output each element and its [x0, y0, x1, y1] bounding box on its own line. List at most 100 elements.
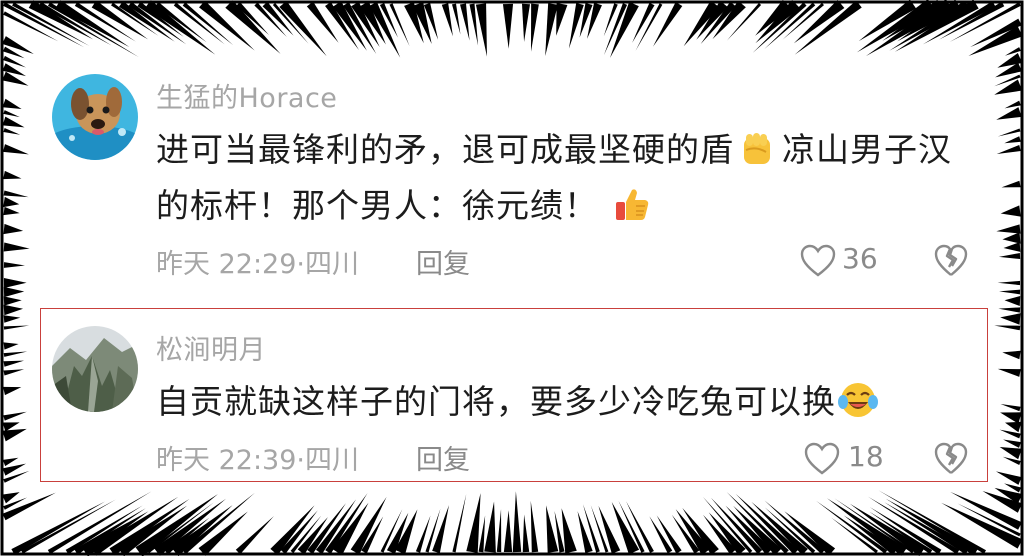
burst-line: [530, 3, 539, 52]
burst-line: [441, 3, 453, 37]
burst-line: [469, 3, 479, 46]
heart-like-icon[interactable]: [800, 244, 836, 278]
raised-fist-emoji-icon: [744, 133, 770, 164]
puppy-swimming-avatar-icon: [52, 74, 138, 160]
burst-line: [3, 351, 28, 357]
burst-line: [2, 428, 27, 442]
burst-line: [522, 3, 530, 42]
burst-line: [1001, 180, 1021, 188]
burst-line: [998, 252, 1021, 260]
burst-line: [484, 501, 496, 553]
burst-line: [3, 278, 27, 288]
burst-line: [994, 325, 1021, 331]
burst-line: [3, 206, 20, 216]
burst-line: [530, 500, 539, 553]
burst-line: [3, 304, 24, 316]
comment-text-part: 自贡就缺这样子的门将，要多少冷吃兔可以换: [156, 382, 836, 421]
broken-heart-dislike-icon[interactable]: [934, 442, 968, 476]
burst-line: [3, 127, 21, 135]
burst-line: [502, 3, 514, 49]
burst-line: [2, 116, 25, 128]
burst-line: [3, 223, 24, 235]
burst-line: [496, 508, 502, 553]
mountain-landscape-avatar-icon: [52, 326, 138, 412]
burst-line: [512, 491, 522, 553]
burst-line: [3, 360, 25, 367]
burst-line: [995, 471, 1022, 485]
comments-card: 生猛的Horace 进可当最锋利的矛，退可成最坚硬的盾 凉山男子汉的标杆！那个男…: [30, 58, 994, 490]
burst-line: [522, 514, 530, 553]
burst-line: [561, 508, 577, 554]
burst-line: [827, 498, 907, 556]
burst-line: [3, 342, 19, 350]
comment-text: 进可当最锋利的矛，退可成最坚硬的盾 凉山男子汉的标杆！那个男人：徐元绩！: [156, 122, 976, 234]
comment-text: 自贡就缺这样子的门将，要多少冷吃兔可以换: [156, 374, 976, 430]
burst-line: [1003, 439, 1021, 448]
burst-line: [1000, 313, 1021, 325]
burst-line: [3, 110, 20, 118]
comment-meta: 昨天 22:39·四川: [156, 445, 359, 476]
comment-text-part: 进可当最锋利的矛，退可成最坚硬的盾: [156, 130, 734, 169]
burst-line: [3, 190, 29, 198]
burst-line: [466, 493, 481, 553]
burst-line: [1004, 295, 1021, 307]
burst-line: [603, 3, 618, 37]
burst-line: [3, 296, 22, 306]
burst-line: [452, 494, 467, 553]
burst-line: [459, 3, 470, 41]
burst-line: [1000, 205, 1021, 217]
burst-line: [3, 262, 25, 268]
burst-line: [1004, 100, 1021, 109]
burst-line: [1002, 350, 1021, 360]
username[interactable]: 生猛的Horace: [156, 76, 337, 115]
like-count: 18: [848, 440, 884, 473]
heart-like-icon[interactable]: [804, 442, 840, 476]
burst-line: [556, 3, 568, 36]
burst-line: [546, 505, 559, 553]
reply-button[interactable]: 回复: [416, 242, 470, 281]
user-avatar[interactable]: [52, 326, 138, 412]
like-count: 36: [842, 242, 878, 275]
burst-line: [794, 0, 862, 55]
burst-line: [3, 411, 27, 421]
burst-line: [478, 515, 486, 553]
username[interactable]: 松涧明月: [156, 328, 266, 367]
burst-line: [451, 3, 461, 35]
burst-line: [3, 144, 29, 155]
burst-line: [2, 98, 22, 110]
user-avatar[interactable]: [52, 74, 138, 160]
burst-line: [998, 307, 1021, 313]
burst-line: [994, 79, 1023, 95]
comment-meta: 昨天 22:29·四川: [156, 249, 359, 280]
burst-line: [503, 510, 513, 553]
burst-line: [3, 369, 25, 376]
burst-line: [3, 386, 22, 396]
broken-heart-dislike-icon[interactable]: [934, 244, 968, 278]
burst-line: [1000, 403, 1021, 412]
burst-line: [3, 170, 22, 180]
burst-line: [997, 368, 1021, 377]
burst-line: [1002, 232, 1021, 244]
burst-line: [3, 315, 21, 323]
burst-line: [996, 224, 1021, 234]
burst-line: [3, 242, 30, 252]
comment-item: 松涧明月 自贡就缺这样子的门将，要多少冷吃兔可以换 昨天 22:39·四川 回复…: [30, 308, 994, 486]
burst-line: [235, 516, 274, 555]
reply-button[interactable]: 回复: [416, 438, 470, 477]
burst-line: [997, 128, 1021, 137]
burst-line: [997, 280, 1021, 286]
comment-item: 生猛的Horace 进可当最锋利的矛，退可成最坚硬的盾 凉山男子汉的标杆！那个男…: [30, 58, 994, 298]
burst-line: [577, 511, 593, 554]
burst-line: [475, 3, 487, 57]
burst-line: [996, 107, 1022, 120]
burst-line: [1004, 421, 1022, 433]
burst-line: [999, 289, 1021, 295]
thumbs-up-emoji-icon: [616, 189, 649, 220]
burst-line: [3, 286, 25, 298]
burst-line: [683, 0, 720, 47]
crying-laughing-emoji-icon: [838, 383, 878, 417]
burst-line: [1004, 136, 1021, 144]
burst-line: [996, 145, 1021, 154]
burst-line: [2, 457, 19, 467]
burst-line: [3, 196, 20, 208]
